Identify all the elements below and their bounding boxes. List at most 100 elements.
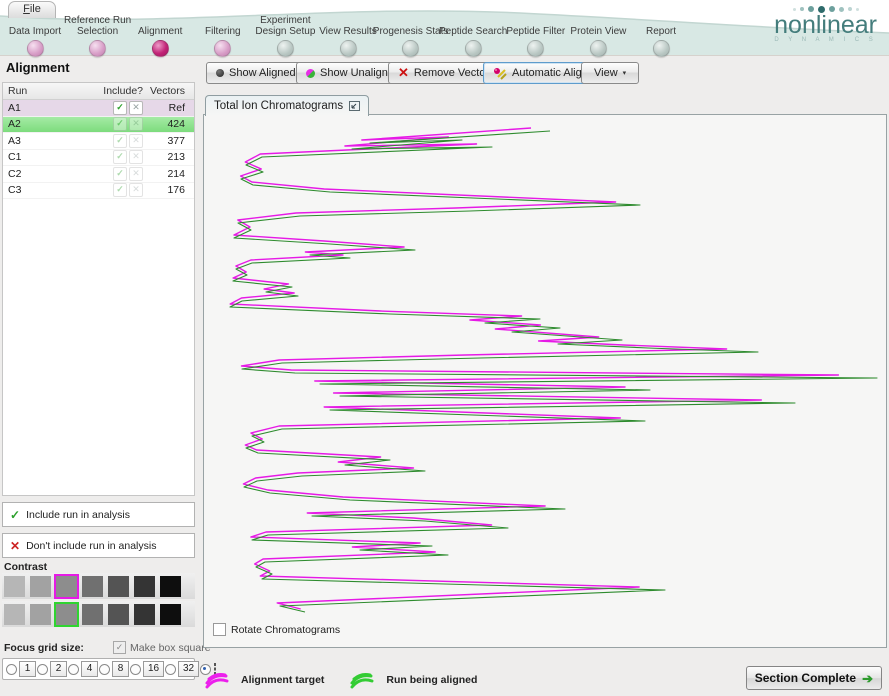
workflow-step-dot[interactable] xyxy=(402,40,419,57)
workflow-step-dot[interactable] xyxy=(152,40,169,57)
logo-name: nonlinear xyxy=(774,14,877,36)
workflow-step-label: Reference Run Selection xyxy=(63,14,133,37)
contrast-swatch[interactable] xyxy=(108,576,129,597)
focus-grid-radio-4[interactable] xyxy=(68,664,79,675)
chromatogram-plot[interactable] xyxy=(204,115,886,647)
table-row-c3[interactable]: C3✓✕176 xyxy=(3,183,194,200)
workflow-step-report[interactable]: Report xyxy=(626,14,696,57)
workflow-step-data-import[interactable]: Data Import xyxy=(0,14,70,57)
make-box-square-checkbox[interactable]: ✓ xyxy=(113,641,126,654)
focus-grid-radio-16[interactable] xyxy=(130,664,141,675)
focus-grid-value: 16 xyxy=(143,661,164,677)
workflow-step-alignment[interactable]: Alignment xyxy=(125,14,195,57)
focus-grid-radio-1[interactable] xyxy=(6,664,17,675)
workflow-step-label: Report xyxy=(626,14,696,37)
contrast-swatch[interactable] xyxy=(108,604,129,625)
contrast-swatch[interactable] xyxy=(82,576,103,597)
workflow-step-dot[interactable] xyxy=(653,40,670,57)
workflow-step-label: Experiment Design Setup xyxy=(250,14,320,37)
show-aligned-label: Show Aligned xyxy=(229,67,296,79)
focus-grid-value: 8 xyxy=(112,661,129,677)
contrast-swatch[interactable] xyxy=(4,576,25,597)
view-button[interactable]: View ▾ xyxy=(581,62,639,84)
workflow-step-peptide-search[interactable]: Peptide Search xyxy=(438,14,508,57)
workflow-step-dot[interactable] xyxy=(27,40,44,57)
include-cell: ✓✕ xyxy=(101,101,147,115)
include-check-button[interactable]: ✓ xyxy=(113,101,127,115)
exclude-cross-button[interactable]: ✕ xyxy=(129,167,143,181)
exclude-cross-button[interactable]: ✕ xyxy=(129,134,143,148)
table-row-a3[interactable]: A3✓✕377 xyxy=(3,133,194,150)
contrast-swatch[interactable] xyxy=(160,604,181,625)
focus-grid-radio-32[interactable] xyxy=(165,664,176,675)
workflow-step-dot[interactable] xyxy=(527,40,544,57)
workflow-step-dot[interactable] xyxy=(89,40,106,57)
workflow-step-label: Peptide Search xyxy=(438,14,508,37)
workflow-step-progenesis-stats[interactable]: Progenesis Stats xyxy=(376,14,446,57)
include-check-button[interactable]: ✓ xyxy=(113,183,127,197)
magenta-scribble-icon xyxy=(205,671,229,689)
undock-icon[interactable] xyxy=(349,101,360,111)
table-row-c1[interactable]: C1✓✕213 xyxy=(3,150,194,167)
file-menu-rest: ile xyxy=(30,3,41,15)
logo-subtitle: D Y N A M I C S xyxy=(774,37,877,43)
include-cell: ✓✕ xyxy=(101,150,147,164)
workflow-step-reference-run-selection[interactable]: Reference Run Selection xyxy=(63,14,133,57)
contrast-swatch[interactable] xyxy=(30,576,51,597)
include-check-button[interactable]: ✓ xyxy=(113,117,127,131)
workflow-step-filtering[interactable]: Filtering xyxy=(188,14,258,57)
contrast-swatch[interactable] xyxy=(56,604,77,625)
include-check-button[interactable]: ✓ xyxy=(113,167,127,181)
run-name: A3 xyxy=(3,135,101,147)
workflow-step-protein-view[interactable]: Protein View xyxy=(563,14,633,57)
vectors-count: Ref xyxy=(147,102,190,114)
focus-grid-radio-2[interactable] xyxy=(37,664,48,675)
contrast-swatch[interactable] xyxy=(160,576,181,597)
rotate-chromatograms[interactable]: Rotate Chromatograms xyxy=(213,623,340,636)
col-run: Run xyxy=(3,85,101,97)
exclude-cross-button[interactable]: ✕ xyxy=(129,101,143,115)
workflow-step-label: Filtering xyxy=(188,14,258,37)
contrast-swatch[interactable] xyxy=(82,604,103,625)
file-menu[interactable]: File xyxy=(8,1,56,18)
auto-align-icon xyxy=(493,66,507,80)
section-complete-button[interactable]: Section Complete ➔ xyxy=(746,666,882,690)
workflow-step-experiment-design-setup[interactable]: Experiment Design Setup xyxy=(250,14,320,57)
file-menu-initial: F xyxy=(23,3,30,15)
workflow-step-label: Peptide Filter xyxy=(501,14,571,37)
make-box-square[interactable]: ✓ Make box square xyxy=(113,641,211,654)
legend-alignment-target: Alignment target xyxy=(241,674,324,686)
workflow-step-dot[interactable] xyxy=(214,40,231,57)
contrast-swatch[interactable] xyxy=(56,576,77,597)
table-row-a2[interactable]: A2✓✕424 xyxy=(3,117,194,134)
contrast-swatch[interactable] xyxy=(134,604,155,625)
contrast-swatch[interactable] xyxy=(4,604,25,625)
tab-total-ion-chromatograms[interactable]: Total Ion Chromatograms xyxy=(205,95,369,116)
contrast-row-target xyxy=(2,573,195,599)
include-check-button[interactable]: ✓ xyxy=(113,150,127,164)
rotate-checkbox[interactable] xyxy=(213,623,226,636)
table-row-a1[interactable]: A1✓✕Ref xyxy=(3,100,194,117)
focus-grid-value: 32 xyxy=(178,661,199,677)
chromatogram-panel[interactable]: Rotate Chromatograms xyxy=(203,114,887,648)
focus-grid-value: 1 xyxy=(19,661,36,677)
include-cell: ✓✕ xyxy=(101,183,147,197)
exclude-cross-button[interactable]: ✕ xyxy=(129,117,143,131)
view-label: View xyxy=(594,67,618,79)
contrast-swatch[interactable] xyxy=(30,604,51,625)
run-name: C1 xyxy=(3,151,101,163)
exclude-cross-button[interactable]: ✕ xyxy=(129,150,143,164)
workflow-step-dot[interactable] xyxy=(590,40,607,57)
focus-grid-radio-8[interactable] xyxy=(99,664,110,675)
focus-grid-size-label: Focus grid size: xyxy=(4,642,84,654)
workflow-step-dot[interactable] xyxy=(277,40,294,57)
include-check-button[interactable]: ✓ xyxy=(113,134,127,148)
rotate-label: Rotate Chromatograms xyxy=(231,624,340,636)
table-row-c2[interactable]: C2✓✕214 xyxy=(3,166,194,183)
exclude-cross-button[interactable]: ✕ xyxy=(129,183,143,197)
section-complete-label: Section Complete xyxy=(755,671,856,685)
workflow-step-peptide-filter[interactable]: Peptide Filter xyxy=(501,14,571,57)
workflow-step-dot[interactable] xyxy=(340,40,357,57)
workflow-step-dot[interactable] xyxy=(465,40,482,57)
contrast-swatch[interactable] xyxy=(134,576,155,597)
